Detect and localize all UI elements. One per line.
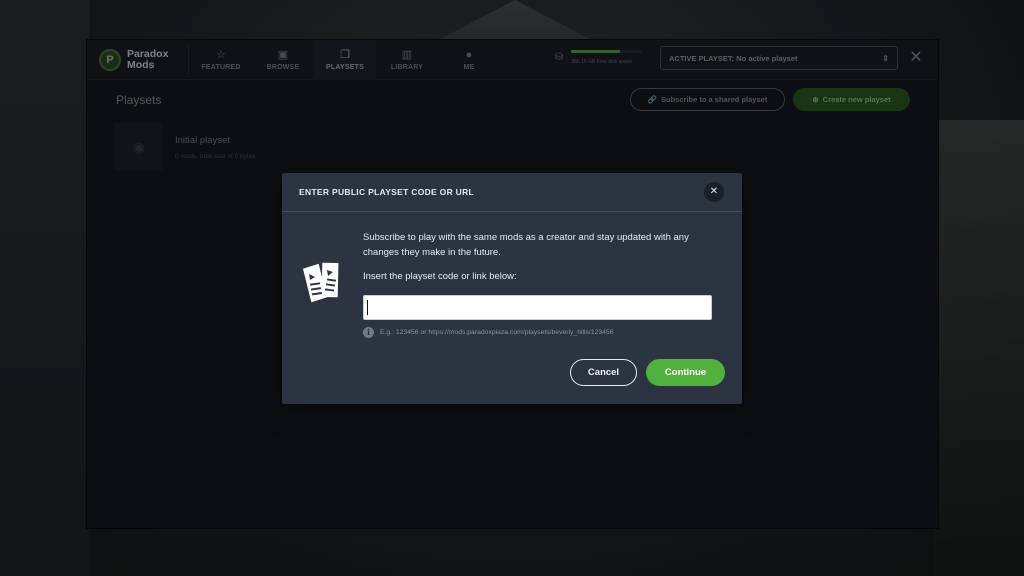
dialog-description: Subscribe to play with the same mods as …: [363, 232, 689, 258]
close-icon[interactable]: ✕: [704, 182, 724, 202]
dialog-header: ENTER PUBLIC PLAYSET CODE OR URL ✕: [282, 173, 742, 212]
playset-code-input[interactable]: [363, 295, 712, 320]
continue-button[interactable]: Continue: [646, 359, 725, 386]
subscribe-playset-dialog: ENTER PUBLIC PLAYSET CODE OR URL ✕ Subsc…: [282, 173, 742, 404]
info-icon: i: [363, 327, 374, 338]
hint-text: E.g.: 123456 or https://mods.paradoxplaz…: [380, 329, 614, 336]
dialog-title: ENTER PUBLIC PLAYSET CODE OR URL: [299, 187, 475, 197]
text-caret: [367, 300, 368, 315]
shared-playset-documents-icon: [302, 262, 339, 303]
cancel-button[interactable]: Cancel: [570, 359, 637, 386]
playset-code-label: Insert the playset code or link below:: [363, 271, 517, 282]
input-hint: i E.g.: 123456 or https://mods.paradoxpl…: [363, 327, 614, 338]
